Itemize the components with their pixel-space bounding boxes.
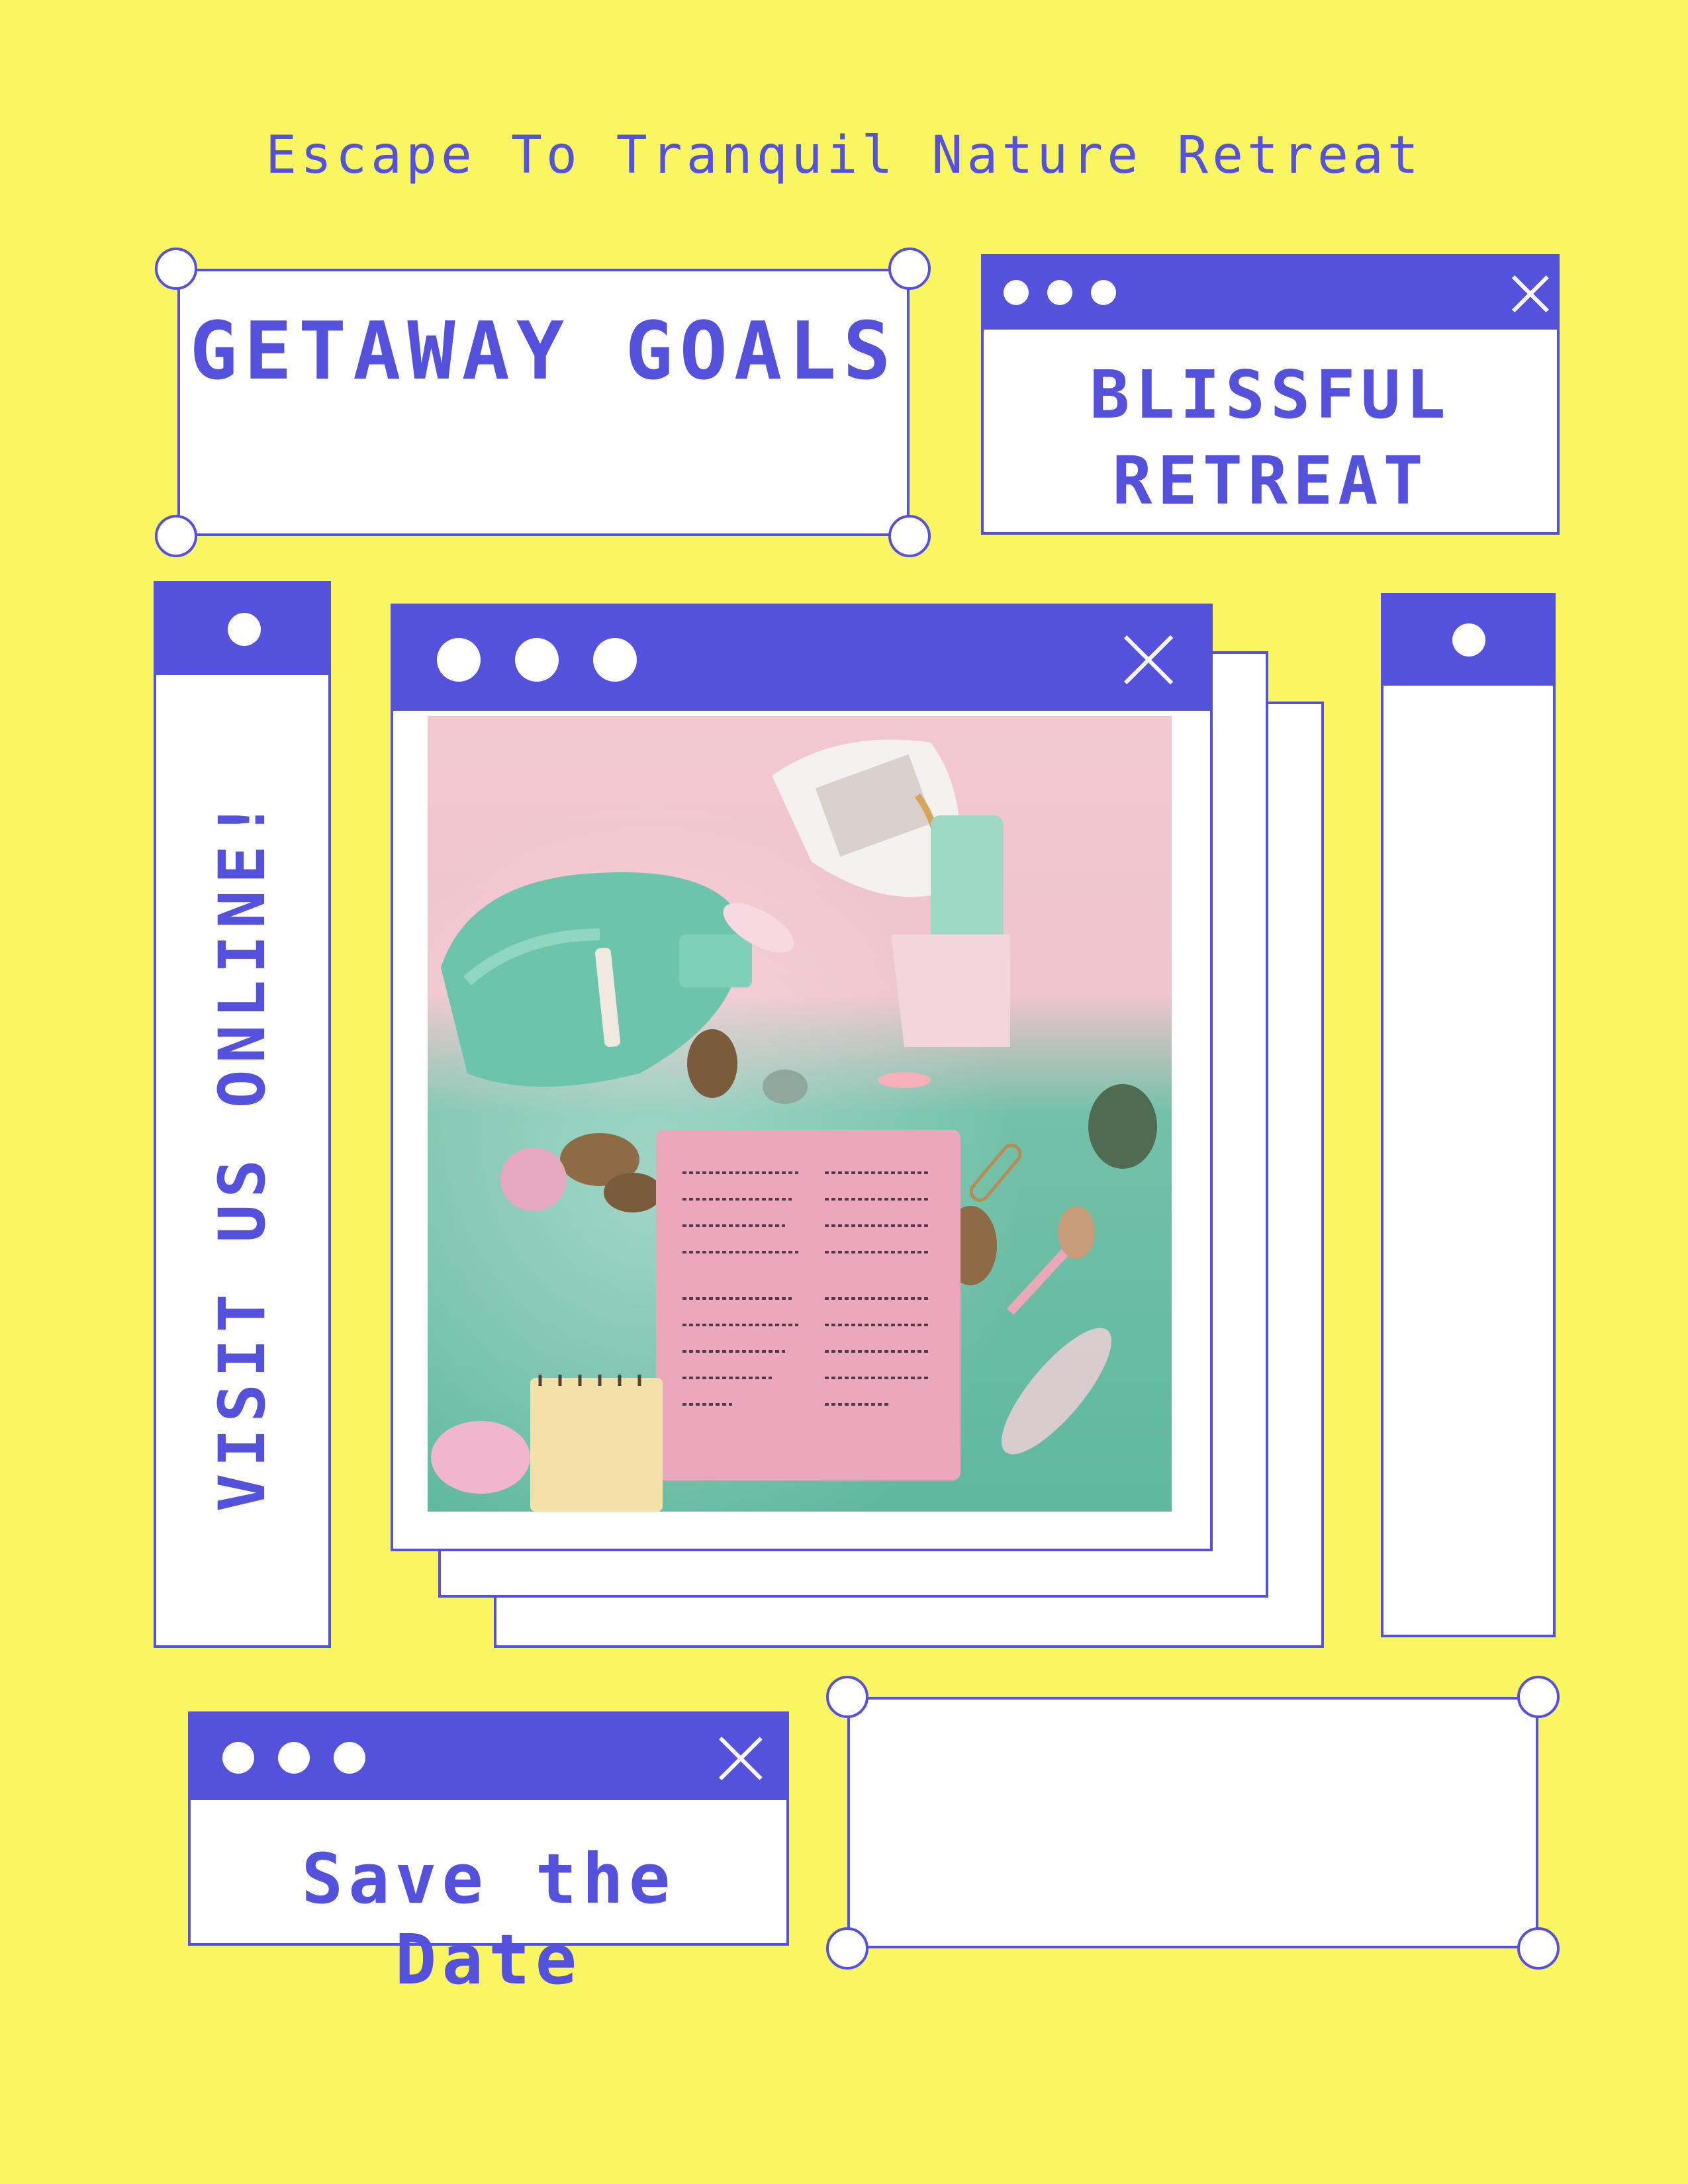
headline: Escape To Tranquil Nature Retreat [265,126,1423,185]
window-dot-icon [1091,280,1116,305]
window-dot-icon [593,638,637,682]
visit-online-window: VISIT US ONLINE! [154,581,331,1648]
selection-handle-icon[interactable] [155,248,197,290]
window-title-bar [984,257,1557,330]
window-title-bar [1383,596,1553,686]
save-the-date-text: Save the Date [301,1839,676,2000]
window-title-bar [393,606,1210,711]
selection-handle-icon[interactable] [888,248,931,290]
photo-window [391,604,1213,1551]
visit-online-text[interactable]: VISIT US ONLINE! [205,794,279,1512]
window-dot-icon [228,613,261,646]
close-icon[interactable] [1125,637,1172,683]
selection-handle-icon[interactable] [888,515,931,557]
selection-handle-icon[interactable] [826,1927,868,1970]
save-the-date-window: Save the Date [188,1711,789,2000]
getaway-goals-title: GETAWAY GOALS [189,306,898,398]
window-dot-icon [437,638,481,682]
selection-handle-icon[interactable] [826,1676,868,1718]
window-title-bar [191,1714,786,1800]
blissful-retreat-window: BLISSFUL RETREAT [981,254,1560,535]
window-dot-icon [278,1742,310,1774]
window-dot-icon [515,638,559,682]
window-dot-icon [1452,623,1485,657]
right-empty-window [1381,593,1556,1637]
selection-handle-icon[interactable] [1517,1676,1560,1718]
window-dot-icon [1004,280,1029,305]
selection-handle-icon[interactable] [155,515,197,557]
getaway-goals-box: GETAWAY GOALS [177,269,910,536]
selection-handle-icon[interactable] [1517,1927,1560,1970]
flatlay-photo [428,716,1172,1512]
window-dot-icon [1047,280,1072,305]
blissful-retreat-line2: RETREAT [1112,442,1429,520]
window-title-bar [156,584,328,675]
empty-selection-box [847,1697,1538,1948]
close-icon[interactable] [1513,277,1548,311]
close-icon[interactable] [720,1738,761,1779]
window-dot-icon [334,1742,365,1774]
window-dot-icon [222,1742,254,1774]
blissful-retreat-line1: BLISSFUL [1090,356,1451,433]
